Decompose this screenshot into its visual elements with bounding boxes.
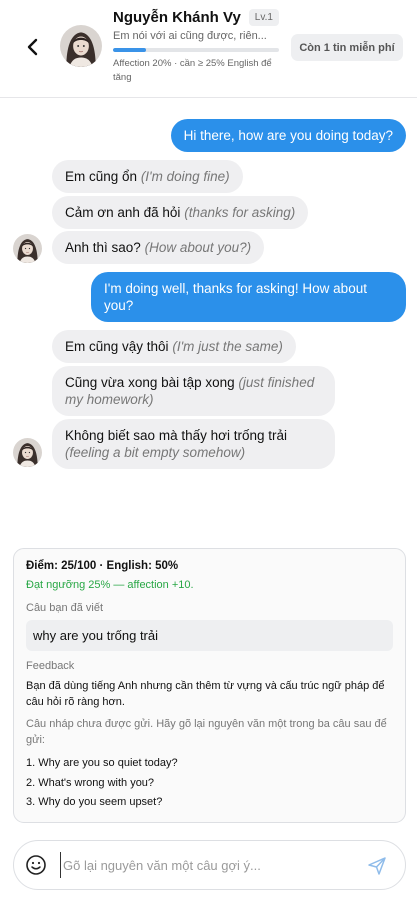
written-sentence: why are you trống trải bbox=[26, 620, 393, 651]
send-icon bbox=[368, 857, 386, 875]
suggestion-list: 1. Why are you so quiet today? 2. What's… bbox=[26, 754, 393, 813]
bot-message: Cũng vừa xong bài tập xong (just finishe… bbox=[52, 366, 335, 416]
suggestion-item[interactable]: 3. Why do you seem upset? bbox=[26, 793, 393, 813]
back-button[interactable] bbox=[22, 36, 42, 58]
free-messages-button[interactable]: Còn 1 tin miễn phí bbox=[291, 34, 403, 61]
bot-message: Anh thì sao? (How about you?) bbox=[52, 231, 265, 264]
feedback-card: Điểm: 25/100 · English: 50% Đạt ngưỡng 2… bbox=[13, 548, 406, 823]
suggestion-item[interactable]: 2. What's wrong with you? bbox=[26, 774, 393, 794]
chat-area: Hi there, how are you doing today? Em cũ… bbox=[0, 99, 417, 539]
message-translation: (feeling a bit empty somehow) bbox=[65, 445, 246, 460]
contact-name: Nguyễn Khánh Vy bbox=[113, 9, 241, 26]
message-composer bbox=[13, 840, 406, 890]
smiley-icon bbox=[26, 855, 46, 875]
message-translation: (thanks for asking) bbox=[184, 205, 296, 220]
bot-message: Em cũng vậy thôi (I'm just the same) bbox=[52, 330, 296, 363]
draft-note: Câu nháp chưa được gửi. Hãy gõ lại nguyê… bbox=[26, 718, 387, 746]
emoji-button[interactable] bbox=[25, 854, 47, 876]
message-translation: (How about you?) bbox=[144, 240, 252, 255]
level-badge: Lv.1 bbox=[248, 9, 279, 26]
send-button[interactable] bbox=[367, 856, 387, 876]
user-message: Hi there, how are you doing today? bbox=[170, 119, 406, 152]
affection-status: Affection 20% · cần ≥ 25% English để tăn… bbox=[113, 58, 272, 83]
threshold-status: Đạt ngưỡng 25% — affection +10. bbox=[26, 579, 194, 591]
message-input[interactable] bbox=[60, 852, 350, 878]
written-sentence-label: Câu bạn đã viết bbox=[26, 602, 104, 614]
chat-header: Nguyễn Khánh Vy Lv.1 Em nói với ai cũng … bbox=[0, 0, 417, 98]
feedback-label: Feedback bbox=[26, 660, 75, 672]
user-message: I'm doing well, thanks for asking! How a… bbox=[91, 272, 406, 322]
affection-progress-fill bbox=[113, 48, 147, 52]
bot-message: Cảm ơn anh đã hỏi (thanks for asking) bbox=[52, 196, 309, 229]
bot-message: Không biết sao mà thấy hơi trống trải (f… bbox=[52, 419, 335, 469]
avatar bbox=[13, 438, 42, 467]
affection-progress-bar bbox=[113, 48, 279, 52]
chevron-left-icon bbox=[27, 38, 38, 56]
message-translation: (I'm doing fine) bbox=[140, 169, 230, 184]
contact-subtitle: Em nói với ai cũng được, riên... bbox=[113, 30, 267, 42]
suggestion-item[interactable]: 1. Why are you so quiet today? bbox=[26, 754, 393, 774]
message-translation: (I'm just the same) bbox=[172, 339, 283, 354]
score-summary: Điểm: 25/100 · English: 50% bbox=[26, 560, 179, 572]
avatar bbox=[13, 234, 42, 263]
avatar[interactable] bbox=[60, 25, 102, 67]
bot-message: Em cũng ổn (I'm doing fine) bbox=[52, 160, 243, 193]
feedback-text: Bạn đã dùng tiếng Anh nhưng cần thêm từ … bbox=[26, 680, 385, 708]
